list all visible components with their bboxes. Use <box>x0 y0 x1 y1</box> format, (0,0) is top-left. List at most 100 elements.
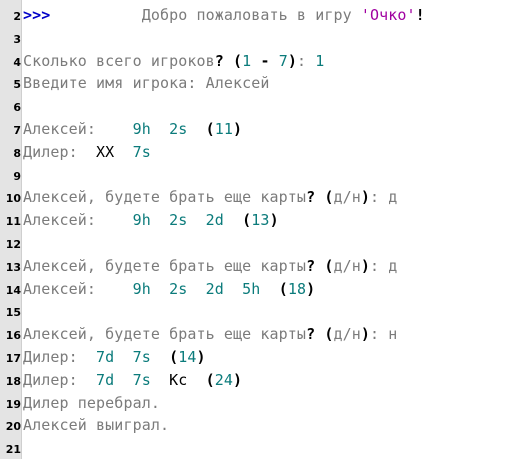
text-segment: д/н <box>333 325 361 344</box>
console-line: 21 <box>0 437 527 459</box>
line-number: 15 <box>5 306 21 320</box>
line-text: Алексей: 9h 2s 2d 5h (18) <box>23 280 315 298</box>
line-number: 20 <box>5 420 21 434</box>
text-segment <box>151 348 169 366</box>
line-text: Дилер перебрал. <box>23 394 160 412</box>
console-line: 11 Алексей: 9h 2s 2d (13) <box>0 209 527 231</box>
text-segment <box>187 120 205 138</box>
text-segment: Алексей: <box>23 211 133 230</box>
text-segment: Алексей выиграл. <box>23 416 170 435</box>
text-segment: ) <box>233 120 243 138</box>
line-text: Введите имя игрока: Алексей <box>23 74 270 92</box>
text-segment: 13 <box>251 211 270 230</box>
line-text: Сколько всего игроков? (1 - 7): 1 <box>23 52 324 70</box>
line-text: Алексей, будете брать еще карты? (д/н): … <box>23 325 397 343</box>
text-segment: 'Очко' <box>360 6 416 24</box>
line-number: 7 <box>13 124 21 137</box>
line-number: 19 <box>5 397 21 411</box>
text-segment: ! <box>415 6 425 24</box>
text-segment <box>224 52 233 70</box>
text-segment: 14 <box>178 348 197 366</box>
text-segment: Сколько всего игроков <box>23 51 215 70</box>
text-segment <box>315 257 324 275</box>
console-line: 17 Дилер: 7d 7s (14) <box>0 346 527 368</box>
text-segment: 7 <box>278 51 288 70</box>
text-segment <box>114 143 132 161</box>
text-segment: Дилер: <box>23 142 97 161</box>
line-text: Алексей: 9h 2s 2d (13) <box>23 211 279 229</box>
console-line: 2 >>> Добро пожаловать в игру 'Очко'! <box>0 4 527 26</box>
console-line: 18 Дилер: 7d 7s Kc (24) <box>0 369 527 391</box>
text-segment: : д <box>370 188 398 207</box>
line-number: 10 <box>5 192 21 206</box>
text-segment: 1 <box>242 51 252 70</box>
text-segment: 11 <box>214 120 234 138</box>
text-segment <box>315 325 324 343</box>
console-line: 6 <box>0 95 527 117</box>
text-segment: Алексей, будете брать еще карты <box>23 256 307 275</box>
line-number: 11 <box>5 215 21 229</box>
text-segment: ( <box>205 370 215 389</box>
console-line: 13 Алексей, будете брать еще карты? (д/н)… <box>0 255 527 277</box>
text-segment: Алексей, будете брать еще карты <box>23 188 307 207</box>
line-text: Дилер: XX 7s <box>23 143 151 161</box>
text-segment: : <box>297 51 316 70</box>
text-segment <box>151 371 169 389</box>
text-segment: ) <box>233 370 243 389</box>
text-segment: ? <box>306 256 316 275</box>
text-segment: XX <box>96 142 115 161</box>
console-line: 7 Алексей: 9h 2s (11) <box>0 118 527 140</box>
text-segment: ( <box>278 279 288 298</box>
text-segment: ) <box>360 188 371 207</box>
console-line: 5 Введите имя игрока: Алексей <box>0 72 527 94</box>
line-text: Алексей, будете брать еще карты? (д/н): … <box>23 188 397 206</box>
line-number: 2 <box>13 10 21 23</box>
line-number: 16 <box>5 329 21 343</box>
line-text: Алексей выиграл. <box>23 416 169 434</box>
console-line: 10 Алексей, будете брать еще карты? (д/н)… <box>0 186 527 208</box>
text-segment: Добро пожаловать в игру <box>50 6 361 24</box>
line-number: 14 <box>5 283 21 297</box>
text-segment: ) <box>360 325 371 344</box>
text-segment: ? <box>306 188 316 207</box>
line-number: 8 <box>13 146 21 160</box>
console-line: 16 Алексей, будете брать еще карты? (д/н)… <box>0 323 527 345</box>
text-segment: 1 <box>315 51 325 70</box>
text-segment: 7s <box>132 142 151 161</box>
text-segment: ) <box>196 348 206 366</box>
console-line: 12 <box>0 232 527 254</box>
line-number: 18 <box>5 374 21 388</box>
line-number: 17 <box>5 352 21 365</box>
line-number: 4 <box>13 55 21 69</box>
text-segment: 7d 7s <box>96 370 151 389</box>
text-segment: д/н <box>333 256 361 275</box>
line-number: 5 <box>13 78 21 92</box>
line-text: Алексей: 9h 2s (11) <box>23 120 242 138</box>
line-number: 6 <box>13 101 21 115</box>
console-line: 4 Сколько всего игроков? (1 - 7): 1 <box>0 50 527 72</box>
text-segment: д/н <box>333 188 361 207</box>
text-segment: ) <box>360 256 371 275</box>
text-segment <box>224 211 242 229</box>
text-segment: ( <box>233 51 243 70</box>
text-segment: 9h 2s 2d <box>132 211 224 230</box>
line-number: 13 <box>5 260 21 274</box>
text-segment: 7d 7s <box>96 348 151 366</box>
text-segment: Алексей: <box>23 120 133 138</box>
console-line: 3 <box>0 27 527 49</box>
line-text: Дилер: 7d 7s Kc (24) <box>23 371 242 389</box>
console-line: 8 Дилер: XX 7s <box>0 141 527 163</box>
console-line: 9 <box>0 164 527 186</box>
text-segment: Алексей, будете брать еще карты <box>23 325 307 344</box>
text-segment: 24 <box>214 370 234 389</box>
text-segment: Kc <box>169 370 188 389</box>
text-segment: Дилер: <box>23 370 97 389</box>
text-segment: 9h 2s <box>132 120 188 138</box>
text-segment: : н <box>370 325 398 344</box>
line-number: 12 <box>5 238 21 251</box>
text-segment: ( <box>169 348 179 366</box>
text-segment: : д <box>370 256 398 275</box>
text-segment: ) <box>287 51 297 70</box>
text-segment <box>260 280 278 298</box>
text-segment: Введите имя игрока: Алексей <box>23 74 270 93</box>
